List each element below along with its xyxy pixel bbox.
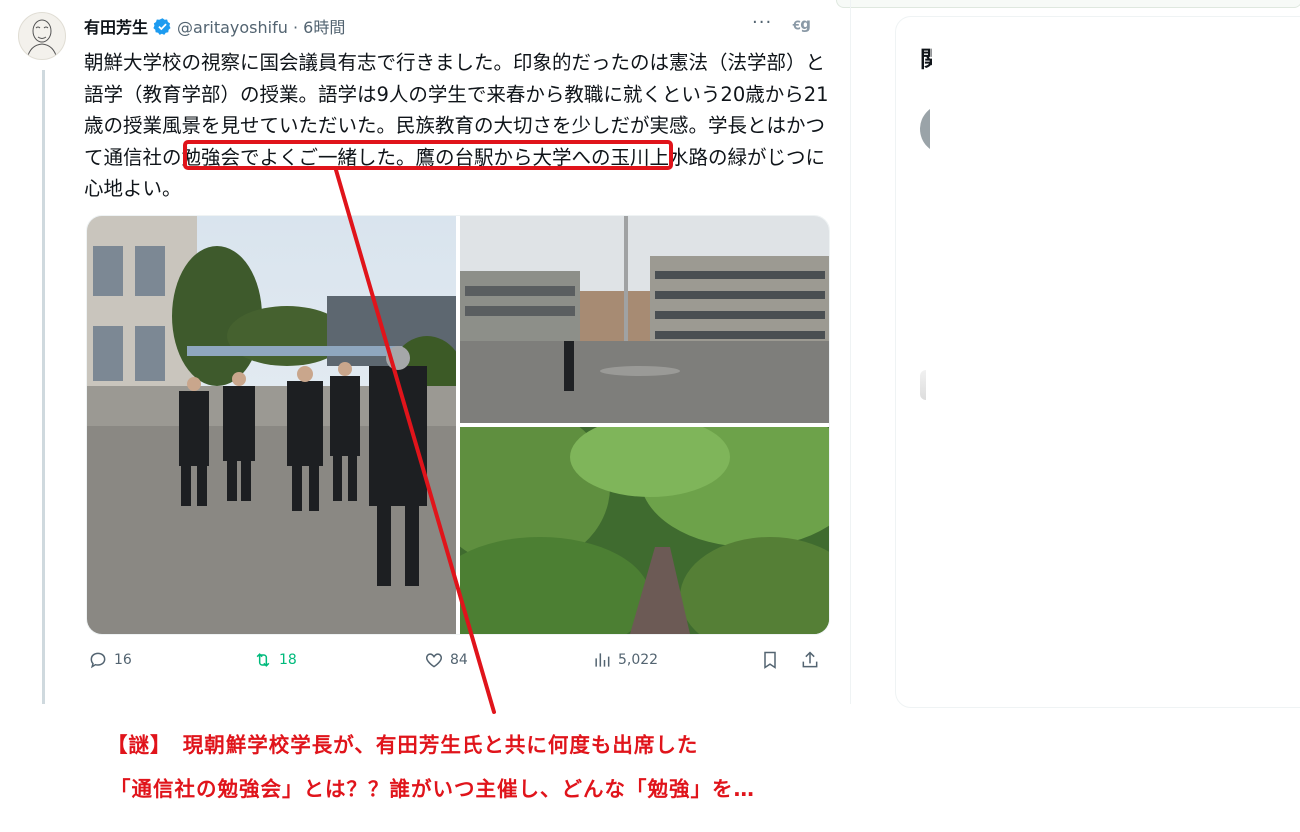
annotation-arrow [334, 168, 496, 714]
annotation-line-2: 「通信社の勉強会」とは？？誰がいつ主催し、どんな「勉強」を… [110, 777, 755, 801]
annotation-line-1: 【謎】 現朝鮮学校学長が、有田芳生氏と共に何度も出席した [107, 733, 699, 757]
